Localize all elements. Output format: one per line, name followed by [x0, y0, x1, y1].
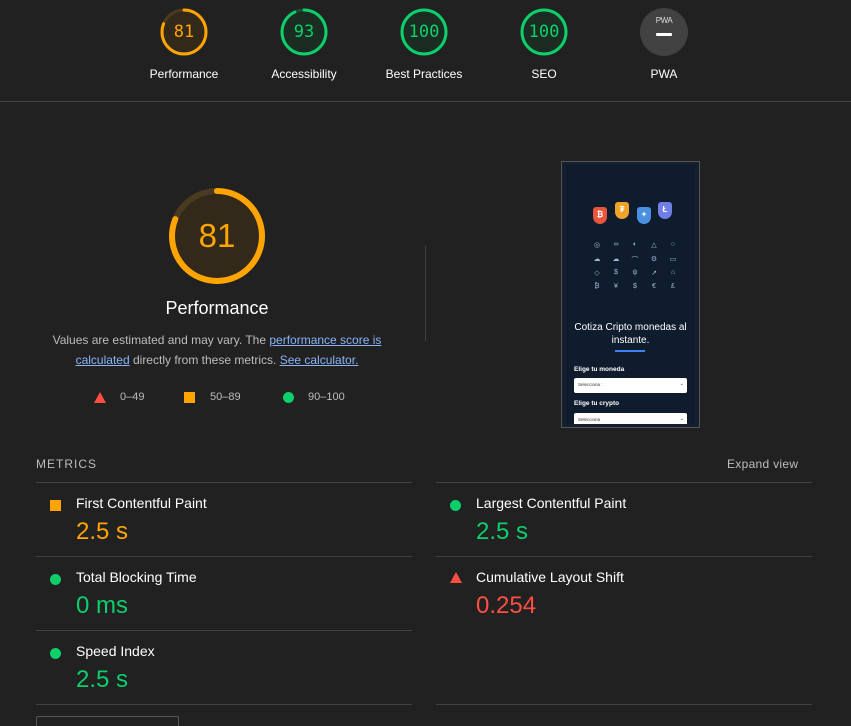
triangle-icon — [450, 572, 462, 583]
square-icon — [50, 500, 61, 511]
gauge-label: SEO — [531, 67, 557, 81]
gauge-score: 93 — [293, 22, 315, 42]
screenshot-title: Cotiza Cripto monedas al instante. — [574, 322, 687, 346]
metric-cumulative-layout-shift: Cumulative Layout Shift 0.254 — [436, 556, 812, 631]
metric-name: Largest Contentful Paint — [476, 495, 627, 511]
circle-icon — [283, 391, 294, 403]
gauge-label: Best Practices — [385, 67, 463, 81]
ripple-icon: ✦ — [637, 207, 651, 224]
circle-icon — [50, 574, 61, 585]
money-icon: $ — [614, 269, 618, 276]
gauge-score: 100 — [528, 22, 560, 42]
gauge-pwa[interactable]: PWA PWA — [604, 0, 724, 81]
metric-largest-contentful-paint: Largest Contentful Paint 2.5 s — [436, 482, 812, 557]
bulb-icon: ○ — [670, 241, 676, 248]
select-value: Selecciona — [578, 417, 601, 422]
gauge-label: Performance — [149, 67, 219, 81]
bitcoin-small-icon: ₿ — [594, 283, 600, 290]
gauge-score: 81 — [173, 22, 195, 42]
title-underline — [615, 350, 645, 352]
metric-total-blocking-time: Total Blocking Time 0 ms — [36, 556, 412, 631]
chart-icon: ⌒ — [631, 257, 639, 264]
chain-icon: ∞ — [613, 241, 619, 248]
cloud-icon: ☁ — [593, 256, 601, 263]
metrics-divider — [436, 704, 812, 705]
circle-icon — [50, 648, 61, 659]
gear-icon: ⚙ — [650, 256, 658, 263]
metric-value: 2.5 s — [76, 666, 129, 693]
pwa-badge-text: PWA — [655, 16, 673, 25]
triangle-icon — [94, 391, 106, 403]
gauge-best-practices[interactable]: 100 Best Practices — [364, 0, 484, 81]
metric-value: 2.5 s — [476, 518, 529, 545]
legend-average: 50–89 — [184, 389, 241, 405]
see-calculator-link[interactable]: See calculator. — [280, 353, 359, 367]
metric-speed-index: Speed Index 2.5 s — [36, 630, 412, 705]
performance-description: Values are estimated and may vary. The p… — [40, 330, 394, 370]
bank-icon: ⌂ — [670, 269, 676, 276]
plant-icon: ψ — [632, 269, 638, 276]
metric-value: 2.5 s — [76, 518, 129, 545]
vertical-divider — [425, 246, 426, 341]
screenshot-label-currency: Elige tu moneda — [574, 366, 625, 373]
yen-icon: ¥ — [614, 283, 618, 290]
globe-icon: ◎ — [593, 242, 601, 249]
metric-value: 0 ms — [76, 592, 129, 619]
chevron-down-icon: ⌄ — [679, 381, 684, 387]
desc-text: Values are estimated and may vary. The — [52, 333, 270, 347]
expand-view-toggle[interactable]: Expand view — [727, 457, 798, 471]
metric-value: 0.254 — [476, 592, 537, 619]
score-summary: 81 Performance 93 Accessibility 100 Best… — [0, 0, 851, 102]
litecoin-icon: Ł — [658, 202, 672, 219]
metric-name: Speed Index — [76, 643, 155, 659]
view-treemap-button[interactable] — [36, 716, 179, 726]
dash-icon — [656, 33, 672, 36]
final-screenshot[interactable]: ₿ ₮ ✦ Ł ◎ ∞ ◐ △ ○ ☁ ☁ ⌒ ⚙ ▭ ◇ $ ψ ↗ ⌂ ₿ … — [561, 161, 700, 428]
cloud-icon: ☁ — [612, 256, 620, 263]
circle-icon — [450, 500, 461, 511]
pwa-badge-icon: PWA — [640, 8, 688, 56]
performance-score: 81 — [198, 217, 236, 254]
metric-first-contentful-paint: First Contentful Paint 2.5 s — [36, 482, 412, 557]
desc-text: directly from these metrics. — [129, 353, 280, 367]
gauge-accessibility[interactable]: 93 Accessibility — [244, 0, 364, 81]
laptop-icon: ▭ — [669, 256, 677, 263]
screenshot-label-crypto: Elige tu crypto — [574, 400, 620, 407]
screenshot-select-currency: Selecciona : ⌄ — [574, 378, 687, 393]
chevron-down-icon: ⌄ — [679, 416, 684, 422]
gauge-label: PWA — [650, 67, 678, 81]
legend-pass-label: 90–100 — [308, 391, 345, 403]
tether-icon: ₮ — [615, 202, 629, 219]
metrics-header: METRICS — [36, 457, 97, 471]
gauge-seo[interactable]: 100 SEO — [484, 0, 604, 81]
legend-average-label: 50–89 — [210, 391, 241, 403]
legend-fail-label: 0–49 — [120, 391, 145, 403]
legend-pass: 90–100 — [283, 389, 345, 405]
flask-icon: △ — [651, 242, 657, 249]
pound-icon: £ — [671, 283, 675, 290]
metric-name: Cumulative Layout Shift — [476, 569, 624, 585]
coins-icon: ◐ — [632, 241, 638, 248]
metric-name: First Contentful Paint — [76, 495, 207, 511]
performance-gauge: 81 — [167, 186, 267, 286]
metric-name: Total Blocking Time — [76, 569, 197, 585]
shield-icon: ◇ — [594, 270, 600, 277]
euro-icon: € — [652, 283, 656, 290]
trend-icon: ↗ — [651, 270, 657, 277]
select-value: Selecciona : — [578, 382, 603, 387]
gauge-score: 100 — [408, 22, 440, 42]
square-icon — [184, 391, 195, 403]
gauge-performance[interactable]: 81 Performance — [124, 0, 244, 81]
performance-title: Performance — [165, 298, 269, 318]
screenshot-select-crypto: Selecciona ⌄ — [574, 413, 687, 424]
dollar-icon: $ — [633, 283, 637, 290]
gauge-label: Accessibility — [271, 67, 337, 81]
bitcoin-icon: ₿ — [593, 207, 607, 224]
metrics-divider — [36, 704, 412, 705]
legend-fail: 0–49 — [94, 389, 144, 405]
screenshot-content: ₿ ₮ ✦ Ł ◎ ∞ ◐ △ ○ ☁ ☁ ⌒ ⚙ ▭ ◇ $ ψ ↗ ⌂ ₿ … — [566, 165, 695, 424]
